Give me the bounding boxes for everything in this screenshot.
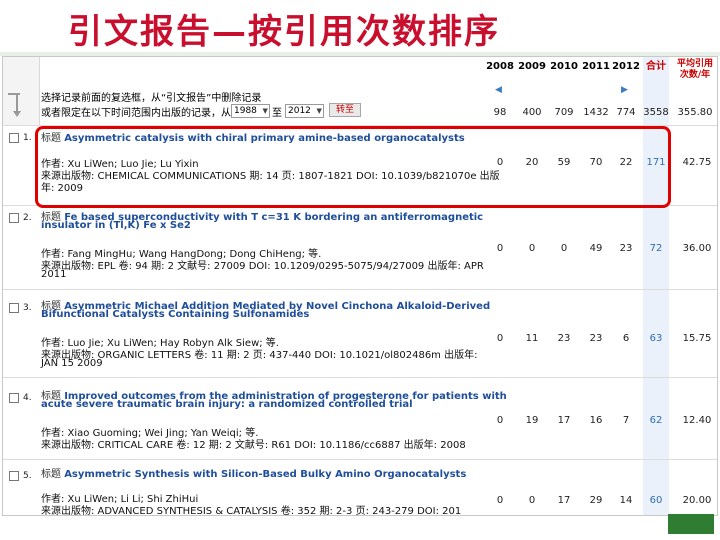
- record-checkbox[interactable]: [9, 471, 19, 481]
- slide-title: 引文报告—按引用次数排序: [68, 12, 500, 52]
- record-source: 来源出版物: EPL 卷: 94 期: 2 文献号: 27009 DOI: 10…: [41, 261, 484, 272]
- cite-2008: 0: [496, 495, 504, 506]
- left-strip: [3, 57, 40, 125]
- year-header-2012: 2012: [612, 61, 640, 72]
- record-total[interactable]: 62: [641, 415, 671, 426]
- go-button[interactable]: 转至: [329, 103, 362, 117]
- record-title-cont[interactable]: Bifunctional Catalysts Containing Sulfon…: [41, 309, 309, 320]
- record-checkbox[interactable]: [9, 303, 19, 313]
- record-number: 1.: [23, 133, 32, 143]
- cite-2012: 6: [622, 333, 630, 344]
- down-arrow-icon: [13, 111, 21, 117]
- record-checkbox[interactable]: [9, 133, 19, 143]
- record-year: 2011: [41, 269, 67, 280]
- cite-2010: 0: [560, 243, 568, 254]
- record-number: 5.: [23, 471, 32, 481]
- record-year: JAN 15 2009: [41, 358, 103, 369]
- highlight-annotation: [35, 126, 671, 208]
- record-total[interactable]: 60: [641, 495, 671, 506]
- record-average: 20.00: [682, 495, 712, 506]
- cite-2011: 16: [589, 415, 603, 426]
- to-year-select[interactable]: 2012 ▼: [285, 104, 324, 118]
- record-source: 来源出版物: CRITICAL CARE 卷: 12 期: 2 文献号: R61…: [41, 440, 466, 451]
- cite-2012: 14: [619, 495, 633, 506]
- prev-years-icon[interactable]: ◀: [495, 85, 502, 95]
- cite-2009: 0: [528, 495, 536, 506]
- corner-logo-icon: [668, 514, 714, 534]
- cite-2008: 0: [496, 415, 504, 426]
- cite-2012: 23: [619, 243, 633, 254]
- record-average: 36.00: [682, 243, 712, 254]
- row-divider: [3, 289, 717, 290]
- filter-panel: 选择记录前面的复选框，从“引文报告”中删除记录 或者限定在以下时间范围内出版的记…: [3, 57, 485, 126]
- chevron-down-icon: ▼: [262, 107, 268, 115]
- grand-average: 355.80: [677, 107, 713, 118]
- cite-2009: 11: [525, 333, 539, 344]
- to-label: 至: [272, 108, 282, 119]
- total-2011: 1432: [583, 107, 609, 118]
- from-year-select[interactable]: 1988 ▼: [231, 104, 270, 118]
- cite-2010: 17: [557, 415, 571, 426]
- cite-2010: 23: [557, 333, 571, 344]
- grand-total: 3558: [643, 107, 669, 118]
- next-years-icon[interactable]: ▶: [621, 85, 628, 95]
- cite-2009: 0: [528, 243, 536, 254]
- record-source: 来源出版物: ADVANCED SYNTHESIS & CATALYSIS 卷:…: [41, 506, 462, 516]
- total-2012: 774: [616, 107, 636, 118]
- cite-2011: 49: [589, 243, 603, 254]
- cite-2012: 7: [622, 415, 630, 426]
- avg-header: 平均引用次数/年: [676, 59, 713, 80]
- record-number: 4.: [23, 393, 32, 403]
- record-number: 3.: [23, 303, 32, 313]
- chevron-down-icon: ▼: [316, 107, 322, 115]
- cite-2011: 29: [589, 495, 603, 506]
- cite-2011: 23: [589, 333, 603, 344]
- citation-report-panel: 选择记录前面的复选框，从“引文报告”中删除记录 或者限定在以下时间范围内出版的记…: [2, 56, 718, 516]
- cite-2009: 19: [525, 415, 539, 426]
- row-divider: [3, 377, 717, 378]
- record-average: 12.40: [682, 415, 712, 426]
- cite-2010: 17: [557, 495, 571, 506]
- record-average: 15.75: [682, 333, 712, 344]
- record-title-cont[interactable]: insulator in (Tl,K) Fe x Se2: [41, 220, 191, 231]
- cite-2008: 0: [496, 243, 504, 254]
- year-header-2010: 2010: [550, 61, 578, 72]
- total-2008: 98: [493, 107, 507, 118]
- record-total[interactable]: 72: [641, 243, 671, 254]
- total-2009: 400: [522, 107, 542, 118]
- instruction-line-1: 选择记录前面的复选框，从“引文报告”中删除记录: [41, 93, 262, 104]
- cite-2008: 0: [496, 333, 504, 344]
- record-checkbox[interactable]: [9, 393, 19, 403]
- total-header: 合计: [646, 61, 666, 72]
- record-average: 42.75: [682, 157, 712, 168]
- record-checkbox[interactable]: [9, 213, 19, 223]
- record-title-cont[interactable]: acute severe traumatic brain injury: a r…: [41, 399, 413, 410]
- year-header-2009: 2009: [518, 61, 546, 72]
- record-source: 来源出版物: ORGANIC LETTERS 卷: 11 期: 2 页: 437…: [41, 350, 478, 361]
- record-title[interactable]: 标题 Asymmetric Synthesis with Silicon-Bas…: [41, 465, 466, 480]
- record-number: 2.: [23, 213, 32, 223]
- total-2010: 709: [554, 107, 574, 118]
- year-header-2011: 2011: [582, 61, 610, 72]
- instruction-line-2: 或者限定在以下时间范围内出版的记录，从: [41, 108, 231, 119]
- arrow-icon-h: [8, 93, 20, 95]
- to-year-value: 2012: [288, 106, 311, 116]
- row-divider: [3, 459, 717, 460]
- record-total[interactable]: 63: [641, 333, 671, 344]
- year-header-2008: 2008: [486, 61, 514, 72]
- from-year-value: 1988: [234, 106, 257, 116]
